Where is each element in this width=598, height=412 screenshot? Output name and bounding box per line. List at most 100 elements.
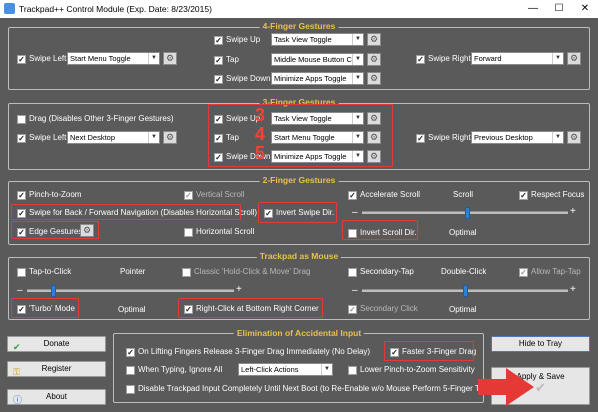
turbo-mode-highlight: [11, 298, 79, 318]
four-tap-checkbox[interactable]: ✓ Tap: [214, 55, 239, 65]
scroll-optimal-label: Optimal: [449, 228, 477, 237]
pointer-label: Pointer: [120, 267, 146, 276]
right-click-corner-highlight: [178, 298, 323, 318]
four-swipe-down-checkbox[interactable]: ✓ Swipe Down: [214, 74, 270, 84]
secondary-tap-checkbox[interactable]: Secondary-Tap: [348, 267, 414, 277]
accelerate-scroll-checkbox[interactable]: ✓ Accelerate Scroll: [348, 190, 420, 200]
allow-tap-tap-checkbox[interactable]: ✓ Allow Tap-Tap: [519, 267, 581, 277]
scroll-plus: +: [570, 206, 576, 217]
info-icon: ⓘ: [13, 395, 23, 405]
chevron-down-icon: ▼: [321, 364, 332, 375]
four-swipe-left-select[interactable]: Start Menu Toggle ▼: [67, 52, 160, 65]
chevron-down-icon: ▼: [552, 132, 563, 143]
lift-release-checkbox[interactable]: ✓ On Lifting Fingers Release 3-Finger Dra…: [126, 347, 370, 357]
chevron-down-icon: ▼: [352, 34, 363, 45]
three-swipe-left-select[interactable]: Next Desktop ▼: [67, 131, 160, 144]
four-swipe-right-select[interactable]: Forward ▼: [471, 52, 564, 65]
four-swipe-right-checkbox[interactable]: ✓ Swipe Right: [416, 54, 471, 64]
app-logo-icon: [4, 3, 15, 14]
three-swipe-right-settings-button[interactable]: ⚙: [567, 131, 581, 144]
register-button[interactable]: ⚿ Register: [7, 361, 106, 377]
check-icon: ✓: [17, 133, 26, 143]
check-icon: ✓: [348, 304, 357, 314]
gear-icon: ⚙: [569, 132, 579, 142]
three-swipe-left-settings-button[interactable]: ⚙: [163, 131, 177, 144]
red-arrow-annotation: [478, 368, 534, 406]
double-click-slider-thumb[interactable]: [463, 285, 468, 297]
three-swipe-right-checkbox[interactable]: ✓ Swipe Right: [416, 133, 471, 143]
hide-to-tray-button[interactable]: Hide to Tray: [491, 336, 590, 352]
pointer-plus: +: [236, 284, 242, 295]
donate-button[interactable]: ✔ Donate: [7, 336, 106, 352]
pinch-to-zoom-checkbox[interactable]: ✓ Pinch-to-Zoom: [17, 190, 81, 200]
scroll-label: Scroll: [453, 190, 474, 199]
pointer-slider-thumb[interactable]: [51, 285, 56, 297]
chevron-down-icon: ▼: [552, 53, 563, 64]
minimize-button[interactable]: —: [520, 0, 546, 18]
three-swipe-right-select[interactable]: Previous Desktop ▼: [471, 131, 564, 144]
scroll-slider-thumb[interactable]: [465, 207, 470, 219]
secondary-click-checkbox[interactable]: ✓ Secondary Click: [348, 304, 418, 314]
gear-icon: ⚙: [165, 132, 175, 142]
mouse-title: Trackpad as Mouse: [256, 251, 342, 261]
three-drag-checkbox[interactable]: Drag (Disables Other 3-Finger Gestures): [17, 114, 174, 124]
gear-icon: ⚙: [569, 53, 579, 63]
gear-icon: ⚙: [165, 53, 175, 63]
chevron-down-icon: ▼: [148, 132, 159, 143]
four-swipe-up-select[interactable]: Task View Toggle ▼: [271, 33, 364, 46]
scroll-minus: –: [352, 207, 358, 218]
four-tap-select[interactable]: Middle Mouse Button C ▼: [271, 53, 364, 66]
four-swipe-down-settings-button[interactable]: ⚙: [367, 72, 381, 85]
when-typing-select[interactable]: Left-Click Actions ▼: [238, 363, 333, 376]
pointer-minus: –: [17, 285, 23, 296]
two-finger-title: 2-Finger Gestures: [259, 175, 339, 185]
check-icon: ✓: [17, 54, 26, 64]
check-icon: ✓: [214, 74, 223, 84]
check-icon: ✓: [519, 190, 528, 200]
check-icon: ✓: [17, 190, 26, 200]
four-swipe-up-checkbox[interactable]: ✓ Swipe Up: [214, 35, 260, 45]
window-title: Trackpad++ Control Module (Exp. Date: 8/…: [19, 4, 212, 14]
maximize-button[interactable]: ☐: [546, 0, 572, 18]
close-button[interactable]: ✕: [572, 0, 598, 18]
chevron-down-icon: ▼: [352, 54, 363, 65]
horizontal-scroll-checkbox[interactable]: Horizontal Scroll: [184, 227, 254, 237]
four-swipe-up-settings-button[interactable]: ⚙: [367, 33, 381, 46]
check-icon: ✓: [416, 133, 425, 143]
four-swipe-left-settings-button[interactable]: ⚙: [163, 52, 177, 65]
vertical-scroll-checkbox[interactable]: ✓ Vertical Scroll: [184, 190, 244, 200]
double-click-slider[interactable]: [362, 285, 568, 297]
check-icon: ✓: [519, 267, 528, 277]
annotation-number-4: 4: [255, 124, 266, 144]
three-swipe-left-checkbox[interactable]: ✓ Swipe Left: [17, 133, 66, 143]
double-click-label: Double-Click: [441, 267, 487, 276]
chevron-down-icon: ▼: [352, 73, 363, 84]
lower-pinch-checkbox[interactable]: Lower Pinch-to-Zoom Sensitivity: [348, 365, 475, 375]
check-icon: ✓: [348, 190, 357, 200]
scroll-slider[interactable]: [362, 207, 568, 219]
respect-focus-checkbox[interactable]: ✓ Respect Focus: [519, 190, 584, 200]
when-typing-checkbox[interactable]: When Typing, Ignore All: [126, 365, 222, 375]
check-icon: ✓: [214, 35, 223, 45]
accidental-input-title: Elimination of Accidental Input: [233, 328, 365, 338]
four-tap-settings-button[interactable]: ⚙: [367, 53, 381, 66]
double-click-minus: –: [352, 285, 358, 296]
edge-gestures-highlight: [11, 221, 99, 239]
disable-input-checkbox[interactable]: Disable Trackpad Input Completely Until …: [126, 384, 480, 394]
four-swipe-down-select[interactable]: Minimize Apps Toggle ▼: [271, 72, 364, 85]
four-finger-title: 4-Finger Gestures: [259, 21, 339, 31]
tap-to-click-checkbox[interactable]: Tap-to-Click: [17, 267, 71, 277]
check-icon: ✓: [214, 55, 223, 65]
gear-icon: ⚙: [369, 54, 379, 64]
about-button[interactable]: ⓘ About: [7, 389, 106, 405]
classic-hold-click-checkbox[interactable]: Classic 'Hold-Click & Move' Drag: [182, 267, 310, 277]
annotation-highlight-box: [208, 104, 393, 167]
title-bar: Trackpad++ Control Module (Exp. Date: 8/…: [0, 0, 598, 18]
invert-swipe-highlight: [258, 202, 337, 223]
chevron-down-icon: ▼: [148, 53, 159, 64]
pointer-optimal-label: Optimal: [118, 305, 146, 314]
four-swipe-left-checkbox[interactable]: ✓ Swipe Left: [17, 54, 66, 64]
four-swipe-right-settings-button[interactable]: ⚙: [567, 52, 581, 65]
pointer-slider[interactable]: [27, 285, 234, 297]
check-icon: ✓: [126, 347, 135, 357]
